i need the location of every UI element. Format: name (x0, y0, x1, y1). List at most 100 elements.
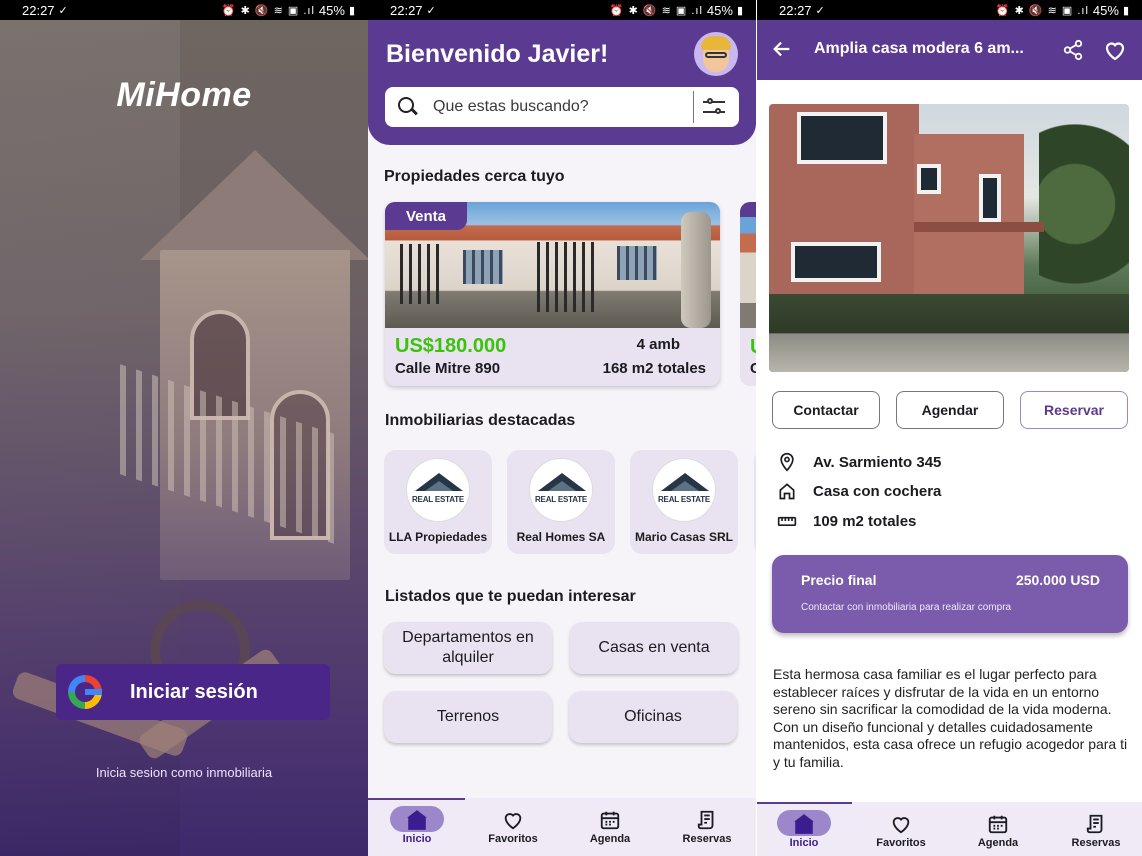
real-estate-logo: REAL ESTATE (529, 458, 593, 522)
google-icon (68, 675, 102, 709)
agency-name: Mario Casas SRL (634, 530, 734, 544)
nav-active-indicator (368, 798, 465, 800)
nav-label: Agenda (977, 837, 1019, 849)
status-icons: ⏰ ✱ 🔇 ≋ ▣ .ıl (221, 4, 315, 17)
search-divider (693, 91, 694, 123)
property-type: Casa con cochera (813, 482, 942, 500)
property-area: 168 m2 totales (602, 360, 706, 377)
home-header: Bienvenido Javier! (368, 20, 756, 145)
check-icon: ✓ (815, 4, 826, 17)
battery-icon: ▮ (348, 4, 356, 17)
nav-item-agenda[interactable]: Agenda (953, 810, 1043, 856)
nav-item-home[interactable]: Inicio (759, 810, 849, 856)
nav-item-reservations[interactable]: Reservas (662, 806, 752, 852)
area-row: 109 m2 totales (777, 509, 916, 533)
agency-card[interactable]: REAL ESTATE LLA Propiedades (384, 450, 492, 554)
google-signin-label: Iniciar sesión (130, 680, 258, 703)
app-logo: MiHome (116, 76, 252, 114)
agencies-section-title: Inmobiliarias destacadas (385, 412, 576, 429)
next-card-price: U (750, 336, 756, 359)
battery-icon: ▮ (736, 4, 744, 17)
property-card[interactable]: Venta US$180.000 4 amb Calle Mitre 890 1… (385, 202, 720, 386)
price-label: Precio final (801, 572, 877, 588)
listing-land[interactable]: Terrenos (384, 691, 552, 743)
property-detail-screen: 22:27 ✓ ⏰ ✱ 🔇 ≋ ▣ .ıl 45% ▮ Amplia casa … (757, 0, 1142, 856)
nav-item-favorites[interactable]: Favoritos (856, 810, 946, 856)
nearby-section-title: Propiedades cerca tuyo (384, 168, 565, 185)
heart-icon (502, 809, 524, 831)
nav-label: Reservas (682, 833, 732, 845)
agency-name: LLA Propiedades (388, 530, 488, 544)
property-address: Calle Mitre 890 (395, 360, 501, 377)
share-icon[interactable] (1062, 38, 1084, 62)
battery-level: 45% (706, 2, 733, 18)
nav-label: Agenda (589, 833, 631, 845)
type-row: Casa con cochera (777, 479, 941, 503)
search-icon (397, 96, 419, 118)
agency-card[interactable]: REAL ESTATE Mario Casas SRL (630, 450, 738, 554)
nav-item-home[interactable]: Inicio (372, 806, 462, 852)
back-arrow-icon[interactable] (771, 38, 793, 60)
status-icons: ⏰ ✱ 🔇 ≋ ▣ .ıl (995, 4, 1089, 17)
listing-houses-sale[interactable]: Casas en venta (570, 622, 738, 674)
agency-logo-text: REAL ESTATE (534, 495, 588, 504)
battery-level: 45% (1092, 2, 1119, 18)
real-estate-logo: REAL ESTATE (406, 458, 470, 522)
property-address: Av. Sarmiento 345 (813, 453, 942, 471)
ruler-icon (777, 511, 797, 531)
nav-label: Reservas (1071, 837, 1121, 849)
status-bar: 22:27 ✓ ⏰ ✱ 🔇 ≋ ▣ .ıl 45% ▮ (368, 0, 756, 20)
schedule-button[interactable]: Agendar (896, 391, 1004, 429)
next-card-address: C (750, 360, 756, 377)
google-signin-button[interactable]: Iniciar sesión (56, 664, 330, 720)
battery-level: 45% (318, 2, 345, 18)
check-icon: ✓ (58, 4, 69, 17)
listings-section-title: Listados que te puedan interesar (385, 588, 636, 605)
agency-card-next[interactable] (754, 450, 756, 554)
address-row: Av. Sarmiento 345 (777, 450, 941, 474)
calendar-icon (987, 813, 1009, 835)
price-note: Contactar con inmobiliaria para realizar… (801, 602, 1012, 613)
search-input[interactable] (433, 98, 673, 116)
status-bar: 22:27 ✓ ⏰ ✱ 🔇 ≋ ▣ .ıl 45% ▮ (757, 0, 1142, 20)
battery-icon: ▮ (1122, 4, 1130, 17)
listing-offices[interactable]: Oficinas (569, 691, 737, 743)
property-rooms: 4 amb (636, 336, 680, 353)
check-icon: ✓ (426, 4, 437, 17)
agency-logo-text: REAL ESTATE (657, 495, 711, 504)
price-card: Precio final 250.000 USD Contactar con i… (772, 555, 1128, 633)
property-description: Esta hermosa casa familiar es el lugar p… (773, 666, 1128, 770)
agency-login-link[interactable]: Inicia sesion como inmobiliaria (0, 765, 368, 780)
receipt-icon (1085, 813, 1107, 835)
bottom-nav: Inicio Favoritos Agenda Reservas (757, 802, 1142, 856)
detail-app-bar: Amplia casa modera 6 am... (757, 20, 1142, 80)
nav-label: Favoritos (488, 833, 538, 845)
receipt-icon (696, 809, 718, 831)
reserve-button[interactable]: Reservar (1020, 391, 1128, 429)
avatar[interactable] (694, 32, 738, 76)
property-card-next[interactable]: U C (740, 202, 756, 386)
detail-title: Amplia casa modera 6 am... (814, 40, 1024, 57)
nav-item-reservations[interactable]: Reservas (1051, 810, 1141, 856)
property-area: 109 m2 totales (813, 512, 917, 530)
property-main-photo[interactable] (769, 104, 1129, 372)
nav-item-favorites[interactable]: Favoritos (468, 806, 558, 852)
agency-card[interactable]: REAL ESTATE Real Homes SA (507, 450, 615, 554)
status-icons: ⏰ ✱ 🔇 ≋ ▣ .ıl (609, 4, 703, 17)
status-time: 22:27 (779, 2, 812, 18)
sale-badge: Venta (385, 202, 467, 230)
status-time: 22:27 (22, 2, 55, 18)
nav-label: Inicio (402, 833, 432, 845)
contact-button[interactable]: Contactar (772, 391, 880, 429)
heart-icon (890, 813, 912, 835)
nav-label: Favoritos (876, 837, 926, 849)
status-bar: 22:27 ✓ ⏰ ✱ 🔇 ≋ ▣ .ıl 45% ▮ (0, 0, 368, 20)
nav-item-agenda[interactable]: Agenda (565, 806, 655, 852)
listing-apartments-rent[interactable]: Departamentos en alquiler (384, 622, 552, 674)
nav-label: Inicio (789, 837, 819, 849)
nav-active-indicator (757, 802, 852, 804)
filter-icon[interactable] (703, 97, 727, 117)
calendar-icon (599, 809, 621, 831)
search-bar (385, 87, 739, 127)
favorite-heart-icon[interactable] (1102, 38, 1128, 62)
